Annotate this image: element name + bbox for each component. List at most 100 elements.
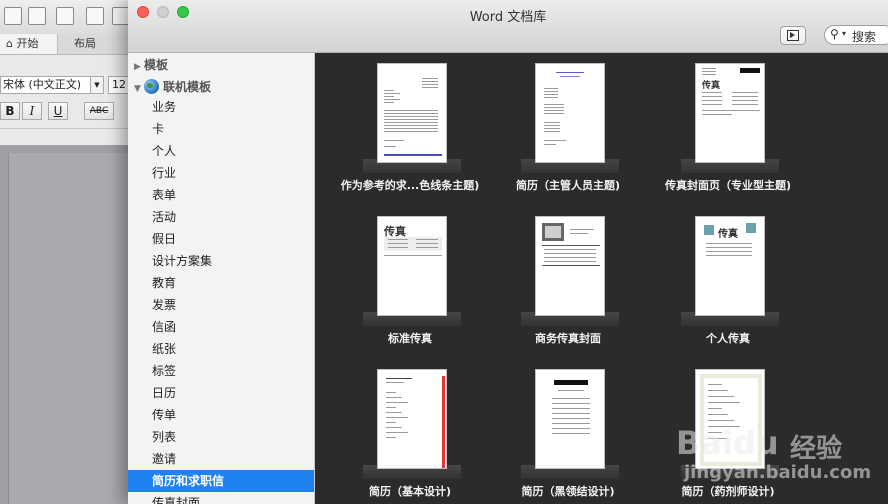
thumbnail-block xyxy=(704,225,714,235)
thumbnail-text-line xyxy=(384,113,438,114)
tab-layout[interactable]: 布局 xyxy=(74,34,96,54)
sidebar-item[interactable]: 列表 xyxy=(128,426,314,448)
template-thumbnail[interactable]: 传真 xyxy=(695,63,765,163)
template-tile[interactable]: 传真 传真封面页（专业型主题) xyxy=(653,53,803,203)
template-thumbnail[interactable] xyxy=(377,63,447,163)
thumbnail-text-line xyxy=(388,239,408,240)
thumbnail-text-line xyxy=(570,229,594,230)
sidebar-item[interactable]: 邀请 xyxy=(128,448,314,470)
template-tile[interactable]: 简历（基本设计) xyxy=(335,359,485,504)
save-icon[interactable] xyxy=(86,7,104,25)
sidebar-group-online-templates[interactable]: ▼ 联机模板 xyxy=(134,78,211,95)
sidebar-item[interactable]: 标签 xyxy=(128,360,314,382)
thumbnail-text-line xyxy=(416,247,438,248)
thumbnail-text-line xyxy=(388,247,408,248)
sidebar-item[interactable]: 表单 xyxy=(128,184,314,206)
font-name-select[interactable]: 宋体 (中文正文) ▼ xyxy=(0,76,104,94)
thumbnail-block xyxy=(542,265,600,266)
watermark-url: jingyan.baidu.com xyxy=(684,462,872,483)
sidebar-group-templates[interactable]: ▶ 模板 xyxy=(134,56,168,73)
thumbnail-text-line xyxy=(706,247,752,248)
table-icon[interactable] xyxy=(28,7,46,25)
template-label[interactable]: 传真封面页（专业型主题) xyxy=(633,177,823,193)
template-tile[interactable]: 简历（黑领结设计) xyxy=(493,359,643,504)
thumbnail-text-line xyxy=(544,94,558,95)
underline-button[interactable]: U xyxy=(48,102,68,120)
search-input[interactable]: ⚲ ▾ 搜索 xyxy=(824,25,888,45)
template-tile[interactable]: 传真 标准传真 xyxy=(335,206,485,356)
undo-icon[interactable] xyxy=(4,7,22,25)
sidebar-item[interactable]: 简历和求职信 xyxy=(128,470,314,492)
sidebar-item[interactable]: 传单 xyxy=(128,404,314,426)
thumbnail-text-line xyxy=(560,76,580,77)
thumbnail-text-line xyxy=(552,398,590,399)
sidebar-item[interactable]: 活动 xyxy=(128,206,314,228)
template-thumbnail[interactable] xyxy=(535,369,605,469)
thumbnail-text-line xyxy=(384,116,438,117)
chevron-down-icon[interactable]: ▾ xyxy=(842,29,846,38)
thumbnail-text-line xyxy=(384,90,394,91)
sidebar-item[interactable]: 个人 xyxy=(128,140,314,162)
thumbnail-text-line xyxy=(386,427,402,428)
thumbnail-text-line xyxy=(702,92,722,93)
sidebar-group-label: 模板 xyxy=(144,58,169,72)
sidebar-item[interactable]: 假日 xyxy=(128,228,314,250)
template-thumbnail[interactable]: 传真 xyxy=(377,216,447,316)
open-folder-icon[interactable] xyxy=(56,7,74,25)
sidebar-item[interactable]: 行业 xyxy=(128,162,314,184)
thumbnail-fax-title: 传真 xyxy=(718,229,738,240)
disclosure-down-icon[interactable]: ▼ xyxy=(134,84,144,94)
template-tile[interactable]: 商务传真封面 xyxy=(493,206,643,356)
thumbnail-text-line xyxy=(732,96,758,97)
template-thumbnail[interactable]: 传真 xyxy=(695,216,765,316)
disclosure-right-icon[interactable]: ▶ xyxy=(134,62,144,72)
sidebar-item[interactable]: 纸张 xyxy=(128,338,314,360)
search-icon: ⚲ xyxy=(830,27,839,41)
thumbnail-text-line xyxy=(732,104,758,105)
template-label[interactable]: 个人传真 xyxy=(633,330,823,346)
strikethrough-button[interactable]: ABC xyxy=(84,102,114,120)
thumbnail-text-line xyxy=(556,72,584,73)
tab-home[interactable]: ⌂ 开始 xyxy=(0,34,58,54)
sidebar-item[interactable]: 设计方案集 xyxy=(128,250,314,272)
thumbnail-text-line xyxy=(552,428,590,429)
thumbnail-text-line xyxy=(708,414,728,415)
template-tile[interactable]: 简历（主管人员主题) xyxy=(493,53,643,203)
sidebar-item[interactable]: 传真封面 xyxy=(128,492,314,504)
thumbnail-text-line xyxy=(384,122,438,123)
thumbnail-text-line xyxy=(708,420,734,421)
sidebar-item[interactable]: 教育 xyxy=(128,272,314,294)
template-thumbnail[interactable] xyxy=(377,369,447,469)
thumbnail-text-line xyxy=(708,384,722,385)
template-thumbnail-frame: 传真 xyxy=(681,216,779,326)
sidebar-item[interactable]: 发票 xyxy=(128,294,314,316)
thumbnail-text-line xyxy=(386,412,402,413)
thumbnail-text-line xyxy=(702,104,722,105)
italic-button[interactable]: I xyxy=(22,102,42,120)
template-thumbnail[interactable] xyxy=(535,63,605,163)
template-thumbnail-frame: 传真 xyxy=(363,216,461,326)
template-tile[interactable]: 传真 个人传真 xyxy=(653,206,803,356)
thumbnail-text-line xyxy=(544,110,564,111)
thumbnail-text-line xyxy=(544,140,566,141)
thumbnail-text-line xyxy=(708,408,722,409)
sidebar-item[interactable]: 业务 xyxy=(128,96,314,118)
preview-button[interactable] xyxy=(780,26,806,45)
sidebar-item[interactable]: 日历 xyxy=(128,382,314,404)
thumbnail-text-line xyxy=(544,104,564,105)
thumbnail-text-line xyxy=(544,88,558,89)
thumbnail-text-line xyxy=(702,74,716,75)
bold-button[interactable]: B xyxy=(0,102,20,120)
thumbnail-text-line xyxy=(702,96,722,97)
thumbnail-text-line xyxy=(386,417,408,418)
chevron-down-icon[interactable]: ▼ xyxy=(90,77,103,93)
thumbnail-text-line xyxy=(544,107,564,108)
template-thumbnail[interactable] xyxy=(535,216,605,316)
search-placeholder: 搜索 xyxy=(852,30,877,44)
thumbnail-text-line xyxy=(384,140,404,141)
thumbnail-text-line xyxy=(422,87,438,88)
sidebar-item[interactable]: 信函 xyxy=(128,316,314,338)
template-tile[interactable]: 作为参考的求...色线条主题) xyxy=(335,53,485,203)
thumbnail-text-line xyxy=(706,251,752,252)
sidebar-item[interactable]: 卡 xyxy=(128,118,314,140)
